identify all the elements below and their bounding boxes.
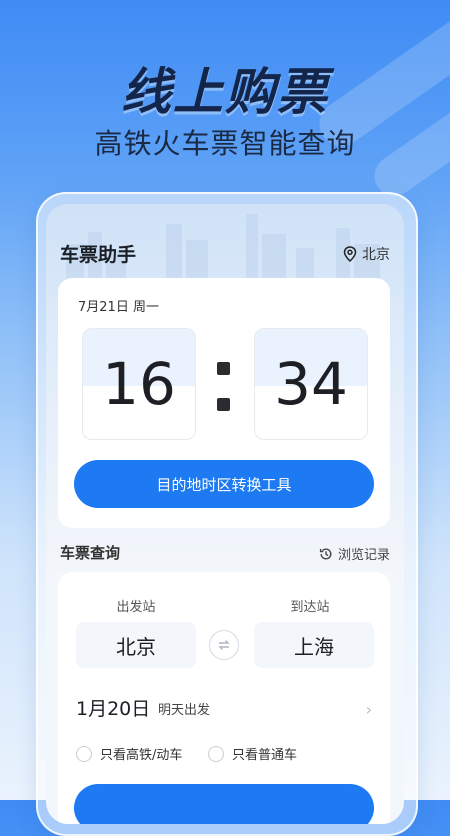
browse-history-link[interactable]: 浏览记录 bbox=[319, 544, 390, 563]
filter-regular-train-only[interactable]: 只看普通车 bbox=[208, 744, 297, 763]
promo-subheadline: 高铁火车票智能查询 bbox=[94, 127, 356, 160]
timezone-tool-button[interactable]: 目的地时区转换工具 bbox=[74, 460, 374, 508]
location-selector[interactable]: 北京 bbox=[343, 244, 390, 264]
history-clock-icon bbox=[319, 548, 332, 559]
filter-label: 只看高铁/动车 bbox=[100, 748, 183, 763]
arrival-station-label: 到达站 bbox=[290, 600, 330, 615]
radio-circle-icon bbox=[208, 745, 224, 762]
swap-arrows-icon bbox=[218, 640, 230, 650]
departure-station-field[interactable]: 北京 bbox=[76, 622, 196, 668]
departure-date: 1月20日 bbox=[76, 698, 151, 720]
arrival-station-field[interactable]: 上海 bbox=[254, 622, 374, 668]
chevron-right-icon: › bbox=[365, 700, 372, 719]
app-title: 车票助手 bbox=[60, 244, 137, 266]
clock-card: 7月21日 周一 16 34 目的地时区转换工具 bbox=[58, 278, 390, 528]
browse-history-label: 浏览记录 bbox=[337, 548, 390, 563]
clock-hours: 16 bbox=[82, 328, 196, 440]
filter-high-speed-only[interactable]: 只看高铁/动车 bbox=[76, 744, 182, 763]
ticket-query-title: 车票查询 bbox=[60, 544, 121, 562]
app-screen: 车票助手 北京 7月21日 周一 16 34 目的地时区转换工具 车票查询 浏览… bbox=[46, 204, 404, 824]
departure-date-hint: 明天出发 bbox=[158, 703, 211, 718]
swap-stations-button[interactable] bbox=[209, 630, 239, 660]
ticket-query-card: 出发站 到达站 北京 上海 1月20日 明天出发 › 只看高铁/动车 只看普通车 bbox=[58, 572, 390, 824]
search-tickets-button[interactable] bbox=[74, 784, 374, 824]
radio-circle-icon bbox=[76, 745, 92, 762]
clock-colon bbox=[208, 340, 240, 430]
departure-station-label: 出发站 bbox=[116, 600, 156, 615]
filter-label: 只看普通车 bbox=[232, 748, 298, 763]
departure-date-selector[interactable]: 1月20日 明天出发 › bbox=[76, 694, 376, 724]
location-pin-icon bbox=[343, 246, 357, 262]
clock-minutes: 34 bbox=[254, 328, 368, 440]
promo-headline: 线上购票 bbox=[121, 63, 329, 121]
current-date: 7月21日 周一 bbox=[78, 300, 159, 315]
location-label: 北京 bbox=[362, 247, 390, 263]
